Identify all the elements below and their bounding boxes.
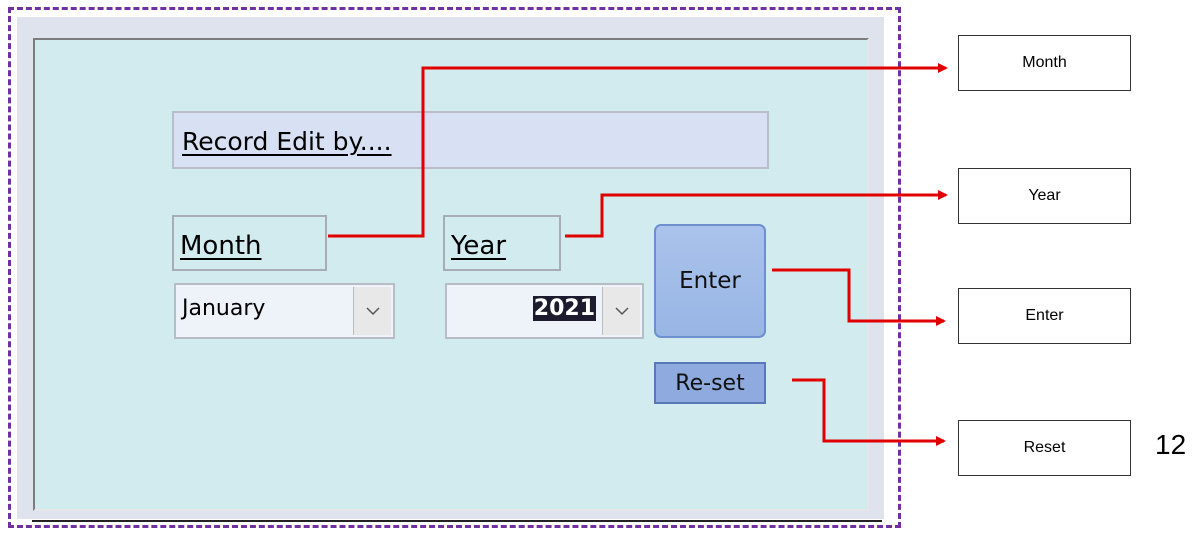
callout-enter: Enter [958, 288, 1131, 344]
callout-reset-label: Reset [1023, 439, 1066, 456]
callout-enter-label: Enter [1025, 307, 1064, 324]
callout-month-label: Month [1022, 54, 1067, 71]
callout-year: Year [958, 168, 1131, 224]
callout-reset: Reset [958, 420, 1131, 476]
month-connector-arrow [328, 63, 948, 238]
year-connector-arrow [565, 190, 948, 238]
page-number: 12 [1155, 429, 1187, 460]
reset-connector-arrow [792, 378, 946, 446]
callout-year-label: Year [1028, 187, 1061, 204]
enter-connector-arrow [772, 268, 946, 326]
callout-month: Month [958, 35, 1131, 91]
